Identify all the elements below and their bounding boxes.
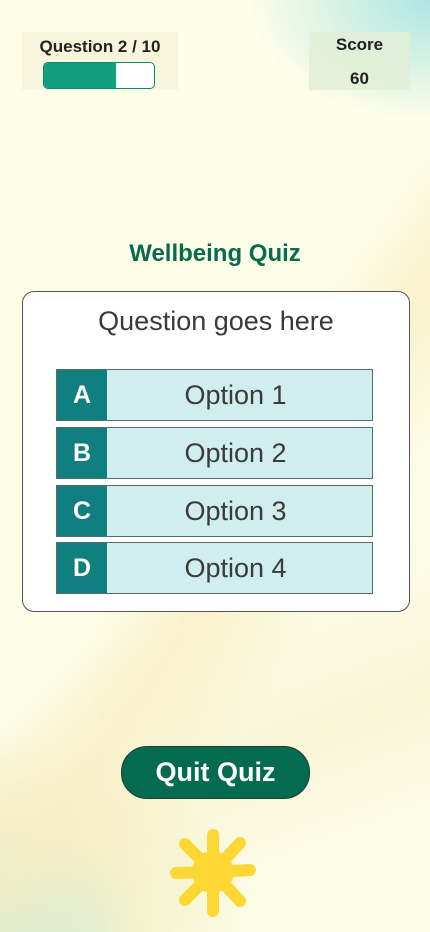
score-panel: Score 60 [309, 32, 410, 90]
sun-icon [170, 829, 256, 917]
option-letter: B [57, 428, 107, 478]
question-counter: Question 2 / 10 [39, 37, 161, 56]
progress-bar [43, 62, 155, 89]
option-d-button[interactable]: D Option 4 [56, 542, 373, 594]
option-letter: D [57, 543, 107, 593]
option-label: Option 3 [184, 495, 287, 526]
score-label: Score [335, 35, 384, 54]
option-label: Option 4 [184, 552, 287, 583]
sun-core [192, 851, 234, 893]
option-letter: C [57, 486, 107, 536]
quit-quiz-button[interactable]: Quit Quiz [121, 746, 310, 799]
option-c-button[interactable]: C Option 3 [56, 485, 373, 537]
progress-panel: Question 2 / 10 [22, 32, 178, 90]
question-text: Question goes here [98, 306, 334, 336]
score-value: 60 [350, 69, 369, 88]
option-letter: A [57, 370, 107, 420]
progress-bar-fill [44, 63, 116, 88]
question-card: Question goes here A Option 1 B Option 2… [22, 291, 410, 612]
quiz-title: Wellbeing Quiz [129, 240, 301, 267]
option-label: Option 2 [184, 437, 287, 468]
option-a-button[interactable]: A Option 1 [56, 369, 373, 421]
option-label: Option 1 [184, 379, 287, 410]
option-b-button[interactable]: B Option 2 [56, 427, 373, 479]
